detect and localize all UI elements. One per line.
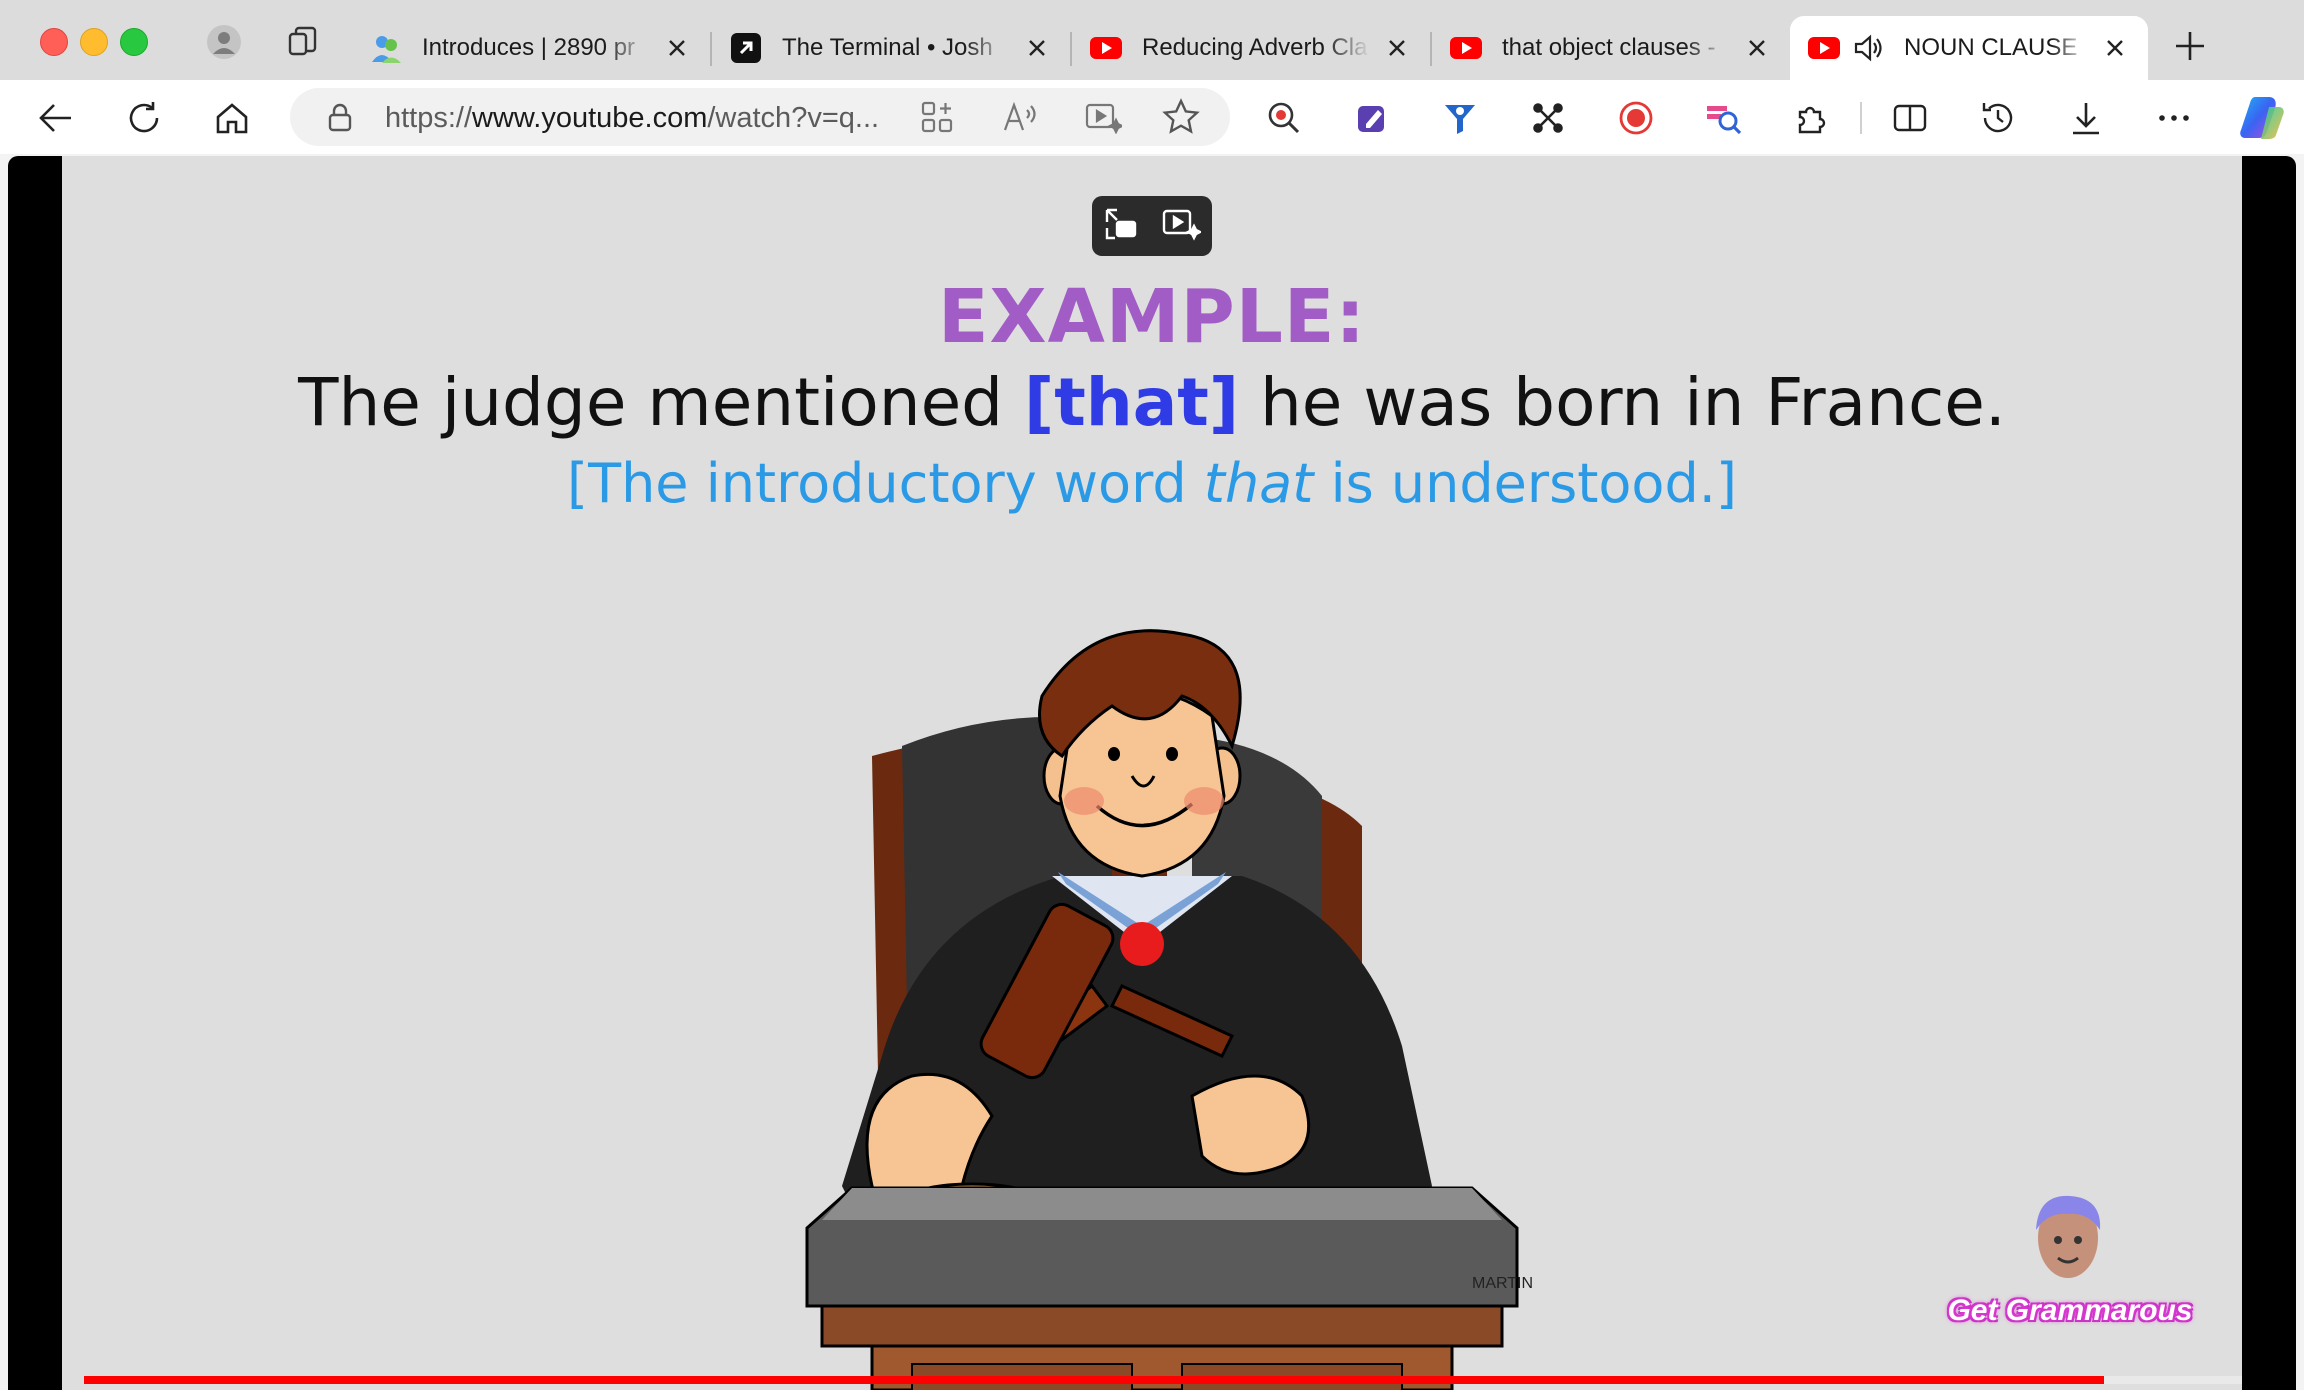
app-available-icon[interactable] — [920, 100, 954, 139]
navigation-toolbar: https://www.youtube.com/watch?v=q... — [0, 80, 2304, 154]
tab-title: that object clauses - — [1502, 34, 1716, 61]
more-menu-icon[interactable] — [2152, 96, 2196, 140]
tab-title: NOUN CLAUSE — [1904, 34, 2078, 61]
brand-name: Get Grammarous — [1947, 1294, 2193, 1327]
profile-icon[interactable] — [204, 22, 244, 62]
sentence-highlight: [that] — [1024, 364, 1239, 441]
progress-bar[interactable] — [84, 1376, 2242, 1384]
record-icon[interactable] — [1614, 96, 1658, 140]
youtube-icon — [1450, 32, 1482, 64]
exit-pip-icon[interactable] — [1103, 206, 1139, 247]
video-enhance-icon[interactable] — [1084, 100, 1125, 139]
example-sentence: The judge mentioned [that] he was born i… — [62, 364, 2242, 441]
url-path: /watch?v=q... — [707, 102, 880, 134]
grammarous-avatar — [2036, 1195, 2101, 1278]
address-bar[interactable]: https://www.youtube.com/watch?v=q... — [290, 88, 1230, 146]
downloads-icon[interactable] — [2064, 96, 2108, 140]
workspaces-icon[interactable] — [284, 22, 324, 62]
extension-note-icon[interactable] — [1350, 96, 1394, 140]
reload-button[interactable] — [122, 96, 166, 140]
close-tab-icon[interactable] — [1382, 33, 1412, 63]
extension-funnel-icon[interactable] — [1438, 96, 1482, 140]
speaker-icon[interactable] — [1852, 32, 1884, 64]
youtube-icon — [1090, 32, 1122, 64]
artist-credit: MARTIN — [1472, 1275, 1533, 1292]
tab-that-object-clauses[interactable]: that object clauses - — [1432, 16, 1790, 80]
extension-tracker-icon[interactable] — [1262, 96, 1306, 140]
tab-title: Reducing Adverb Cla — [1142, 34, 1368, 61]
read-aloud-icon[interactable] — [1002, 100, 1038, 139]
channel-branding: Get Grammarous — [1942, 1190, 2212, 1340]
note-end: is understood.] — [1313, 452, 1737, 515]
window-maximize-button[interactable] — [120, 28, 148, 56]
back-button[interactable] — [34, 96, 78, 140]
window-close-button[interactable] — [40, 28, 68, 56]
extensions-puzzle-icon[interactable] — [1790, 96, 1834, 140]
close-tab-icon[interactable] — [1742, 33, 1772, 63]
note-start: [The introductory word — [567, 452, 1204, 515]
tab-strip: Introduces | 2890 pr The Terminal • Josh… — [0, 0, 2304, 80]
explanation-note: [The introductory word that is understoo… — [62, 452, 2242, 515]
tab-the-terminal[interactable]: The Terminal • Josh — [712, 16, 1070, 80]
video-enhance-icon[interactable] — [1161, 206, 1203, 247]
copilot-icon[interactable] — [2238, 92, 2288, 142]
favorite-star-icon[interactable] — [1162, 98, 1200, 141]
url-host: www.youtube.com — [472, 102, 708, 134]
video-frame[interactable]: i EXAMPLE: The judge mentioned [that] he… — [62, 156, 2242, 1390]
history-icon[interactable] — [1976, 96, 2020, 140]
lock-icon[interactable] — [326, 102, 354, 137]
video-player[interactable]: i EXAMPLE: The judge mentioned [that] he… — [8, 156, 2296, 1390]
judge-illustration: MARTIN — [805, 629, 1533, 1390]
toolbar-separator — [1860, 102, 1862, 134]
close-tab-icon[interactable] — [662, 33, 692, 63]
progress-bar-fill — [84, 1376, 2104, 1384]
new-tab-button[interactable] — [2168, 24, 2212, 68]
sentence-end: he was born in France. — [1239, 364, 2006, 441]
url-text[interactable]: https://www.youtube.com/watch?v=q... — [385, 102, 879, 135]
home-button[interactable] — [210, 96, 254, 140]
tab-title: Introduces | 2890 pr — [422, 34, 636, 61]
close-tab-icon[interactable] — [1022, 33, 1052, 63]
youtube-icon — [1808, 32, 1840, 64]
people-icon — [370, 32, 402, 64]
tab-title: The Terminal • Josh — [782, 34, 993, 61]
tab-noun-clause[interactable]: NOUN CLAUSE — [1790, 16, 2148, 80]
tab-reducing-adverb-clauses[interactable]: Reducing Adverb Cla — [1072, 16, 1430, 80]
picture-in-picture-controls — [1092, 196, 1212, 256]
example-label: EXAMPLE: — [937, 274, 1367, 360]
extension-search-icon[interactable] — [1702, 96, 1746, 140]
sentence-start: The judge mentioned — [298, 364, 1025, 441]
close-tab-icon[interactable] — [2100, 33, 2130, 63]
tab-introduces[interactable]: Introduces | 2890 pr — [352, 16, 710, 80]
arrow-icon — [730, 32, 762, 64]
note-italic-word: that — [1203, 452, 1314, 515]
window-minimize-button[interactable] — [80, 28, 108, 56]
url-scheme: https:// — [385, 102, 473, 134]
extension-nodes-icon[interactable] — [1526, 96, 1570, 140]
split-screen-icon[interactable] — [1888, 96, 1932, 140]
